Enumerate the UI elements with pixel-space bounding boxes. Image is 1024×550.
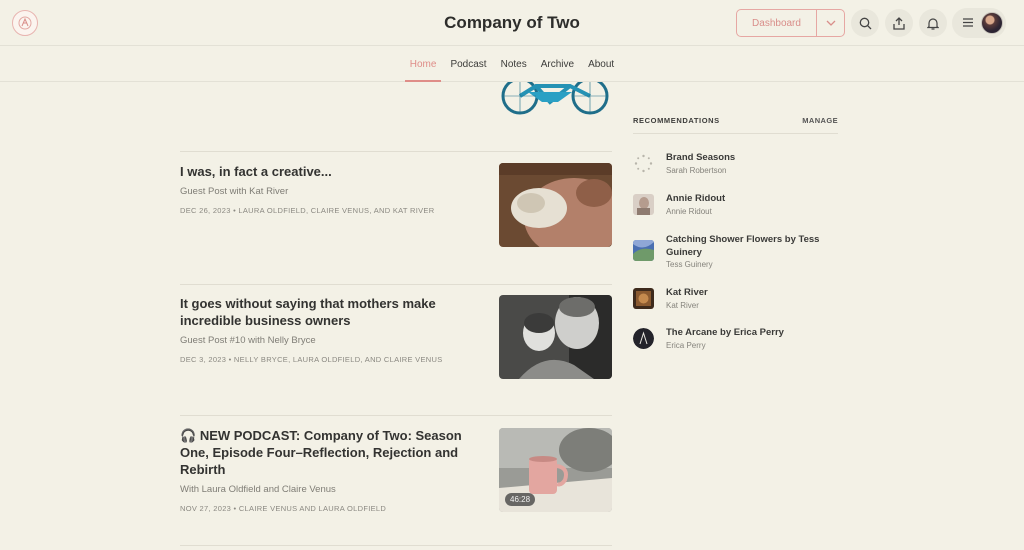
- bell-icon: [927, 17, 939, 30]
- recommendation-name: Catching Shower Flowers by Tess Guinery: [666, 234, 820, 258]
- chevron-down-icon: [826, 20, 835, 26]
- recommendations-heading: RECOMMENDATIONS: [633, 116, 720, 125]
- post-item[interactable]: I was, in fact a creative... Guest Post …: [180, 163, 612, 247]
- publication-logo[interactable]: [12, 10, 38, 36]
- dashboard-group: Dashboard: [736, 9, 845, 37]
- recommendation-name: Annie Ridout: [666, 193, 726, 204]
- headphones-icon: 🎧: [180, 428, 200, 443]
- post-title-text: NEW PODCAST: Company of Two: Season One,…: [180, 428, 462, 477]
- recommendation-name: Kat River: [666, 287, 708, 298]
- post-title[interactable]: 🎧 NEW PODCAST: Company of Two: Season On…: [180, 427, 485, 478]
- notifications-button[interactable]: [919, 9, 947, 37]
- post-divider: [180, 284, 612, 285]
- recommendation-logo: [633, 153, 654, 174]
- menu-icon: [963, 18, 973, 27]
- recommendation-logo: [633, 240, 654, 261]
- user-menu-button[interactable]: [952, 8, 1006, 38]
- post-thumbnail[interactable]: [499, 295, 612, 379]
- recommendation-author: Sarah Robertson: [666, 166, 727, 175]
- nav-item-notes[interactable]: Notes: [494, 46, 534, 82]
- recommendations-header: RECOMMENDATIONS MANAGE: [633, 116, 838, 125]
- nav-item-podcast[interactable]: Podcast: [443, 46, 493, 82]
- search-icon: [859, 17, 871, 29]
- section-nav: Home Podcast Notes Archive About: [0, 46, 1024, 82]
- recommendation-author: Erica Perry: [666, 341, 706, 350]
- recommendations-divider: [633, 133, 838, 134]
- avatar: [981, 12, 1003, 34]
- recommendation-author: Tess Guinery: [666, 260, 713, 269]
- recommendation-author: Annie Ridout: [666, 207, 712, 216]
- post-item[interactable]: It goes without saying that mothers make…: [180, 295, 612, 379]
- post-title[interactable]: I was, in fact a creative...: [180, 163, 485, 180]
- nav-item-about[interactable]: About: [581, 46, 621, 82]
- recommendation-logo: [633, 288, 654, 309]
- post-item[interactable]: 🎧 NEW PODCAST: Company of Two: Season On…: [180, 427, 612, 513]
- search-button[interactable]: [851, 9, 879, 37]
- post-thumbnail[interactable]: [499, 163, 612, 247]
- manage-recommendations-link[interactable]: MANAGE: [802, 116, 838, 125]
- dashboard-dropdown-button[interactable]: [816, 10, 844, 36]
- nav-item-home[interactable]: Home: [403, 46, 444, 82]
- share-button[interactable]: [885, 9, 913, 37]
- previous-post-thumbnail[interactable]: [498, 82, 612, 116]
- post-title[interactable]: It goes without saying that mothers make…: [180, 295, 485, 329]
- dashboard-button[interactable]: Dashboard: [737, 10, 816, 36]
- share-icon: [893, 16, 905, 30]
- recommendation-name: Brand Seasons: [666, 152, 736, 163]
- top-header: Company of Two Dashboard: [0, 0, 1024, 46]
- nav-item-archive[interactable]: Archive: [534, 46, 581, 82]
- recommendation-author: Kat River: [666, 301, 699, 310]
- recommendation-name: The Arcane by Erica Perry: [666, 327, 784, 338]
- recommendation-logo: [633, 328, 654, 349]
- duration-badge: 46:28: [505, 493, 536, 506]
- post-divider: [180, 545, 612, 546]
- post-thumbnail[interactable]: 46:28: [499, 428, 612, 512]
- post-divider: [180, 415, 612, 416]
- recommendation-logo: [633, 194, 654, 215]
- post-divider: [180, 151, 612, 152]
